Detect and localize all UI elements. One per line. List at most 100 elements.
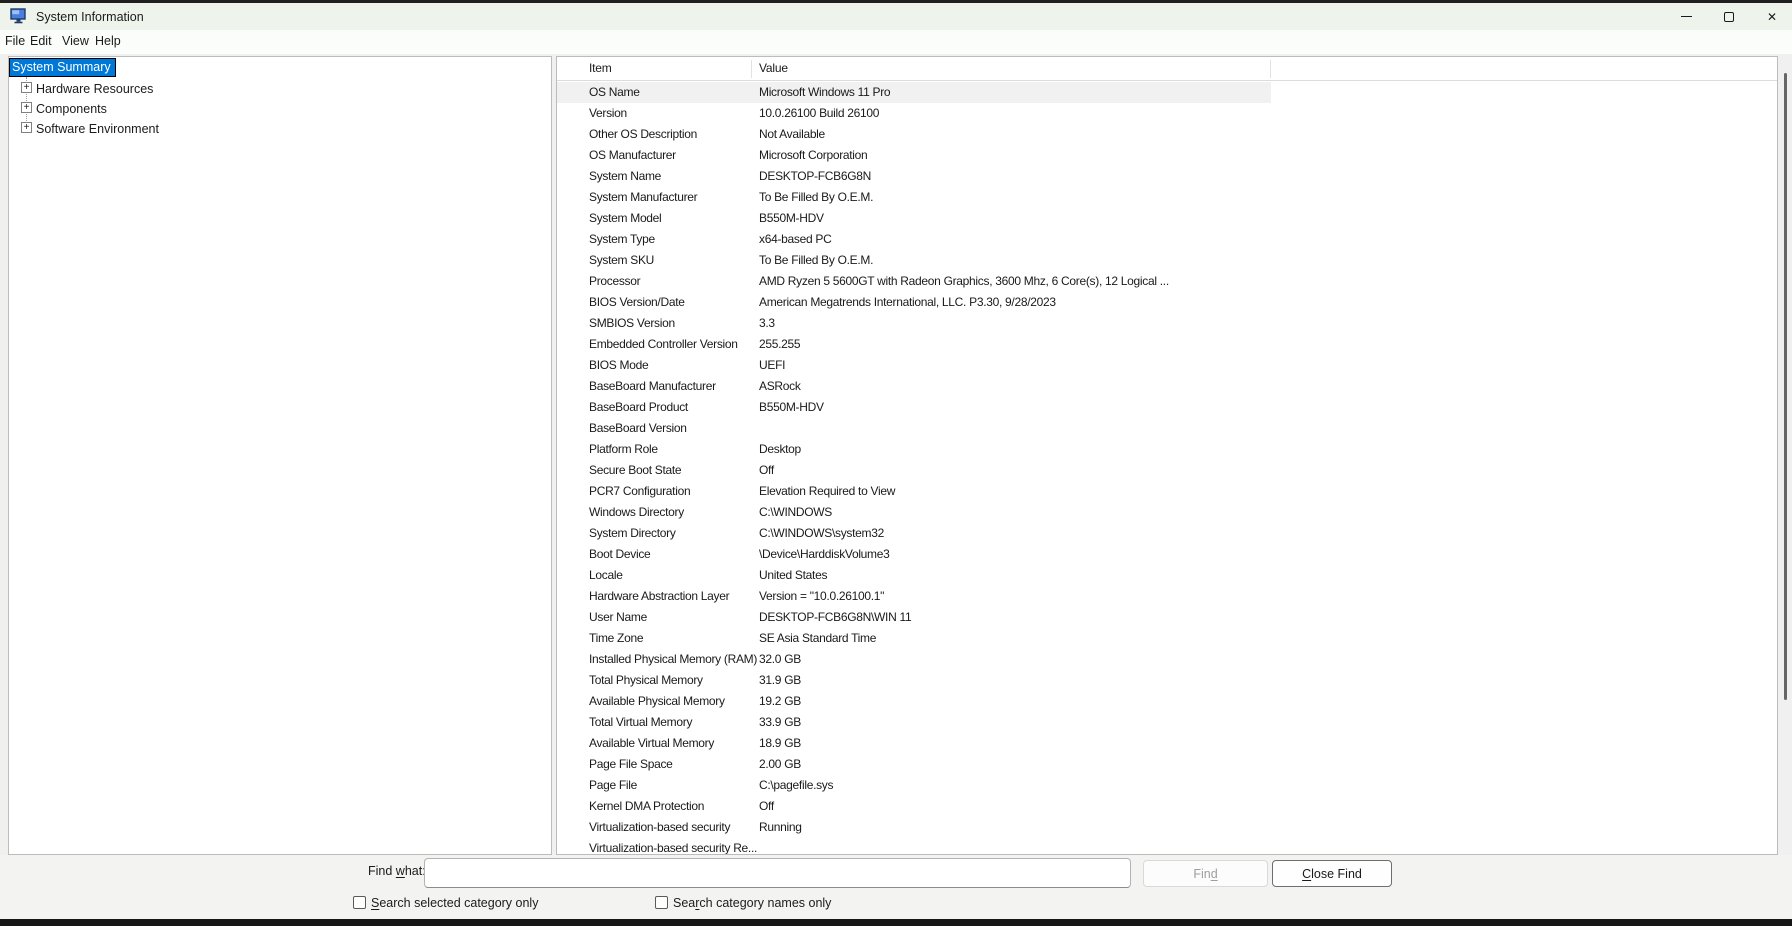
row-item-value: DESKTOP-FCB6G8N	[759, 169, 871, 183]
find-button[interactable]: Find	[1143, 860, 1268, 887]
row-item-label: System Model	[589, 211, 662, 225]
table-row[interactable]: Platform Role Desktop	[557, 439, 1271, 460]
search-selected-category-label[interactable]: Search selected category only	[371, 896, 538, 910]
row-item-value: American Megatrends International, LLC. …	[759, 295, 1056, 309]
table-row[interactable]: Time Zone SE Asia Standard Time	[557, 628, 1271, 649]
find-input[interactable]	[424, 858, 1131, 888]
vertical-scrollbar[interactable]	[1780, 56, 1791, 855]
row-item-value	[759, 418, 1269, 439]
row-item-value: Version = "10.0.26100.1"	[759, 589, 885, 603]
table-row[interactable]: OS Name Microsoft Windows 11 Pro	[557, 82, 1271, 103]
row-item-value: x64-based PC	[759, 232, 832, 246]
row-item-label: Available Physical Memory	[589, 694, 725, 708]
search-selected-category-checkbox[interactable]	[353, 896, 366, 909]
row-item-value: To Be Filled By O.E.M.	[759, 253, 874, 267]
menu-view[interactable]: View	[62, 34, 89, 48]
row-item-label: BaseBoard Manufacturer	[589, 379, 716, 393]
tree-item-hardware-resources[interactable]: Hardware Resources	[9, 79, 551, 99]
search-category-names-checkbox[interactable]	[655, 896, 668, 909]
table-row[interactable]: Available Virtual Memory 18.9 GB	[557, 733, 1271, 754]
scrollbar-thumb[interactable]	[1784, 73, 1787, 700]
maximize-button[interactable]	[1707, 3, 1751, 30]
close-icon	[1767, 8, 1777, 26]
search-category-names-label[interactable]: Search category names only	[673, 896, 831, 910]
table-row[interactable]: System Type x64-based PC	[557, 229, 1271, 250]
table-row[interactable]: Boot Device \Device\HarddiskVolume3	[557, 544, 1271, 565]
table-row[interactable]: Other OS Description Not Available	[557, 124, 1271, 145]
row-item-value: Microsoft Corporation	[759, 148, 868, 162]
column-separator[interactable]	[751, 60, 752, 78]
row-item-label: SMBIOS Version	[589, 316, 675, 330]
table-row[interactable]: Virtualization-based security Running	[557, 817, 1271, 838]
table-row[interactable]: Total Physical Memory 31.9 GB	[557, 670, 1271, 691]
row-item-label: BIOS Mode	[589, 358, 649, 372]
table-row[interactable]: Processor AMD Ryzen 5 5600GT with Radeon…	[557, 271, 1271, 292]
table-row[interactable]: System Model B550M-HDV	[557, 208, 1271, 229]
row-item-value: Not Available	[759, 127, 825, 141]
table-row[interactable]: Page File C:\pagefile.sys	[557, 775, 1271, 796]
menu-file[interactable]: File	[5, 34, 25, 48]
table-row[interactable]: System Manufacturer To Be Filled By O.E.…	[557, 187, 1271, 208]
table-row[interactable]: Page File Space 2.00 GB	[557, 754, 1271, 775]
table-row[interactable]: Kernel DMA Protection Off	[557, 796, 1271, 817]
column-separator[interactable]	[1270, 60, 1271, 78]
tree-item-software-environment[interactable]: Software Environment	[9, 119, 551, 139]
expand-plus-icon[interactable]	[21, 122, 32, 133]
table-row[interactable]: Locale United States	[557, 565, 1271, 586]
table-row[interactable]: BIOS Version/Date American Megatrends In…	[557, 292, 1271, 313]
row-item-value: \Device\HarddiskVolume3	[759, 547, 890, 561]
menubar: File Edit View Help	[0, 30, 1792, 54]
tree-item-system-summary[interactable]: System Summary	[9, 58, 116, 77]
row-item-label: Installed Physical Memory (RAM)	[589, 652, 757, 666]
expand-plus-icon[interactable]	[21, 82, 32, 93]
row-item-value: Off	[759, 799, 774, 813]
row-item-label: System Directory	[589, 526, 676, 540]
table-row[interactable]: BaseBoard Product B550M-HDV	[557, 397, 1271, 418]
table-row[interactable]: PCR7 Configuration Elevation Required to…	[557, 481, 1271, 502]
row-item-value: ASRock	[759, 379, 801, 393]
close-button[interactable]	[1750, 3, 1792, 30]
tree-item-components[interactable]: Components	[9, 99, 551, 119]
column-header-item[interactable]: Item	[589, 61, 612, 75]
table-row[interactable]: Embedded Controller Version 255.255	[557, 334, 1271, 355]
table-row[interactable]: Hardware Abstraction Layer Version = "10…	[557, 586, 1271, 607]
row-item-value: SE Asia Standard Time	[759, 631, 877, 645]
menu-help[interactable]: Help	[95, 34, 121, 48]
row-item-label: PCR7 Configuration	[589, 484, 691, 498]
table-row[interactable]: User Name DESKTOP-FCB6G8N\WIN 11	[557, 607, 1271, 628]
table-row[interactable]: Total Virtual Memory 33.9 GB	[557, 712, 1271, 733]
table-row[interactable]: Installed Physical Memory (RAM) 32.0 GB	[557, 649, 1271, 670]
table-row[interactable]: System Directory C:\WINDOWS\system32	[557, 523, 1271, 544]
table-row[interactable]: System SKU To Be Filled By O.E.M.	[557, 250, 1271, 271]
table-row[interactable]: Version 10.0.26100 Build 26100	[557, 103, 1271, 124]
column-header-value[interactable]: Value	[759, 61, 788, 75]
find-what-label: Find what:	[368, 864, 426, 878]
table-row[interactable]: SMBIOS Version 3.3	[557, 313, 1271, 334]
row-item-label: User Name	[589, 610, 647, 624]
row-item-label: Secure Boot State	[589, 463, 682, 477]
table-row[interactable]: System Name DESKTOP-FCB6G8N	[557, 166, 1271, 187]
row-item-value: B550M-HDV	[759, 211, 824, 225]
row-item-label: Total Virtual Memory	[589, 715, 693, 729]
row-item-value: Desktop	[759, 442, 801, 456]
listview-header: Item Value	[557, 57, 1777, 81]
row-item-value: 19.2 GB	[759, 694, 801, 708]
menu-edit[interactable]: Edit	[30, 34, 52, 48]
row-item-value: Microsoft Windows 11 Pro	[759, 85, 891, 99]
table-row[interactable]: BIOS Mode UEFI	[557, 355, 1271, 376]
table-row[interactable]: BaseBoard Version	[557, 418, 1271, 439]
row-item-label: BaseBoard Product	[589, 400, 688, 414]
close-find-button[interactable]: Close Find	[1272, 860, 1392, 887]
row-item-value: UEFI	[759, 358, 786, 372]
table-row[interactable]: Secure Boot State Off	[557, 460, 1271, 481]
table-row[interactable]: OS Manufacturer Microsoft Corporation	[557, 145, 1271, 166]
table-row[interactable]: Windows Directory C:\WINDOWS	[557, 502, 1271, 523]
row-item-value: 33.9 GB	[759, 715, 801, 729]
table-row[interactable]: Available Physical Memory 19.2 GB	[557, 691, 1271, 712]
row-item-value: 18.9 GB	[759, 736, 801, 750]
table-row[interactable]: BaseBoard Manufacturer ASRock	[557, 376, 1271, 397]
table-row[interactable]: Virtualization-based security Re...	[557, 838, 1271, 854]
minimize-button[interactable]	[1664, 3, 1708, 30]
expand-plus-icon[interactable]	[21, 102, 32, 113]
row-item-value: 2.00 GB	[759, 757, 801, 771]
